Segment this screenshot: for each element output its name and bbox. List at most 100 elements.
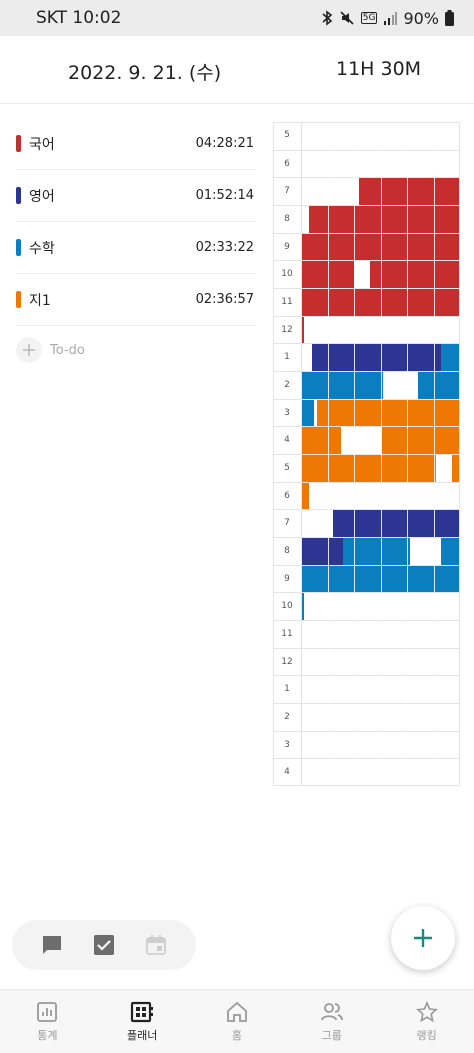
nav-label: 홈 (231, 1028, 243, 1042)
subject-item[interactable]: 지1 02:36:57 (16, 274, 256, 326)
study-block (301, 482, 309, 510)
subject-time: 01:52:14 (195, 188, 254, 203)
subject-color-bar (16, 239, 21, 256)
subject-item[interactable]: 수학 02:33:22 (16, 222, 256, 274)
group-icon (320, 1002, 343, 1020)
battery-level: 90% (403, 8, 439, 28)
home-icon (227, 1001, 247, 1022)
timetable-hour-label: 10 (281, 601, 293, 612)
timetable-hour-label: 2 (284, 711, 290, 722)
timetable-hour-label: 5 (284, 462, 290, 473)
timetable-hour-label: 3 (284, 407, 290, 418)
subject-name: 지1 (29, 292, 51, 309)
add-todo-button[interactable]: To-do (16, 326, 256, 374)
timetable-column-line (327, 122, 329, 786)
star-icon (415, 1000, 438, 1022)
timetable-hour-label: 12 (281, 656, 293, 667)
network-type: 5G (360, 12, 378, 24)
plus-icon (414, 929, 432, 947)
timetable-hour-label: 10 (281, 269, 293, 280)
timetable-column-line (301, 122, 302, 786)
signal-icon (384, 12, 398, 25)
bottom-nav: 통계 플래너 홈 그룹 랭킹 (0, 989, 474, 1053)
battery-icon (445, 10, 454, 26)
study-block (301, 537, 344, 565)
timetable-hour-label: 11 (281, 296, 293, 307)
plus-icon (16, 337, 42, 363)
nav-item-planner[interactable]: 플래너 (95, 990, 190, 1053)
nav-item-group[interactable]: 그룹 (284, 990, 379, 1053)
study-block (332, 510, 460, 537)
study-block (301, 399, 315, 427)
total-study-time: 11H 30M (336, 58, 422, 80)
nav-label: 랭킹 (416, 1028, 437, 1042)
add-fab-button[interactable] (391, 906, 455, 970)
stats-icon (37, 1001, 58, 1022)
chat-icon (43, 936, 61, 954)
timetable-hour-label: 3 (284, 739, 290, 750)
nav-item-home[interactable]: 홈 (190, 990, 285, 1053)
nav-item-ranking[interactable]: 랭킹 (379, 990, 474, 1053)
timetable-column-line (460, 122, 461, 786)
timetable-hour-label: 9 (284, 241, 290, 252)
planner-icon (131, 1001, 154, 1022)
study-block (441, 344, 460, 371)
study-block (301, 427, 341, 454)
nav-label: 그룹 (321, 1028, 342, 1042)
todo-label: To-do (50, 342, 85, 358)
timetable-hour-label: 9 (284, 573, 290, 584)
timetable-hour-label: 11 (281, 628, 293, 639)
checkbox-button[interactable] (89, 930, 119, 960)
subject-color-bar (16, 291, 21, 308)
timetable-hour-label: 4 (284, 435, 290, 446)
subject-item[interactable]: 영어 01:52:14 (16, 170, 256, 222)
timetable-hour-label: 7 (284, 186, 290, 197)
subject-time: 02:36:57 (195, 292, 254, 307)
calendar-icon (146, 935, 166, 955)
study-block (417, 371, 460, 399)
timetable-hour-label: 8 (284, 545, 290, 556)
study-block (359, 178, 460, 205)
mute-icon (340, 11, 354, 25)
subject-list: 국어 04:28:21 영어 01:52:14 수학 02:33:22 지1 0… (16, 118, 256, 374)
subject-color-bar (16, 187, 21, 204)
study-block (369, 261, 460, 288)
chat-button[interactable] (37, 930, 67, 960)
planner-header: 2022. 9. 21. (수) 11H 30M (0, 36, 474, 104)
timetable-hour-label: 5 (284, 130, 290, 140)
planner-date[interactable]: 2022. 9. 21. (수) (68, 58, 221, 85)
timetable-hour-label: 7 (284, 518, 290, 529)
timetable-hour-label: 6 (284, 158, 290, 169)
study-block (311, 344, 442, 371)
timetable-hour-label: 12 (281, 324, 293, 335)
calendar-button[interactable] (141, 930, 171, 960)
carrier-time: SKT 10:02 (36, 8, 122, 28)
subject-item[interactable]: 국어 04:28:21 (16, 118, 256, 170)
timetable-column-line (407, 122, 408, 786)
timetable-hour-label: 6 (284, 490, 290, 501)
study-block (308, 205, 460, 233)
study-block (301, 454, 437, 482)
subject-color-bar (16, 135, 21, 152)
nav-item-stats[interactable]: 통계 (0, 990, 95, 1053)
subject-time: 02:33:22 (195, 240, 254, 255)
timetable-column-line (380, 122, 382, 786)
timetable-hour-label: 1 (284, 352, 290, 363)
timetable-column-line (433, 122, 435, 786)
study-block (452, 454, 460, 482)
timetable-hour-label: 2 (284, 379, 290, 390)
timetable-grid[interactable]: 5 6 7 8 9 10 11 12 1 2 3 4 5 6 7 8 9 10 11 12 1 2 3 4 (273, 122, 461, 786)
subject-name: 수학 (29, 240, 55, 257)
status-bar: SKT 10:02 5G 90% (0, 0, 474, 36)
bluetooth-icon (322, 10, 333, 26)
study-block (380, 427, 460, 454)
timetable-hour-label: 1 (284, 684, 290, 695)
view-toggle-pill (12, 920, 196, 970)
nav-label: 통계 (37, 1028, 58, 1042)
subject-name: 영어 (29, 188, 55, 205)
timetable-column-line (354, 122, 355, 786)
status-icons: 5G 90% (321, 9, 454, 28)
nav-label: 플래너 (127, 1028, 158, 1042)
timetable-hour-label: 8 (284, 213, 290, 224)
checkbox-icon (94, 935, 114, 955)
